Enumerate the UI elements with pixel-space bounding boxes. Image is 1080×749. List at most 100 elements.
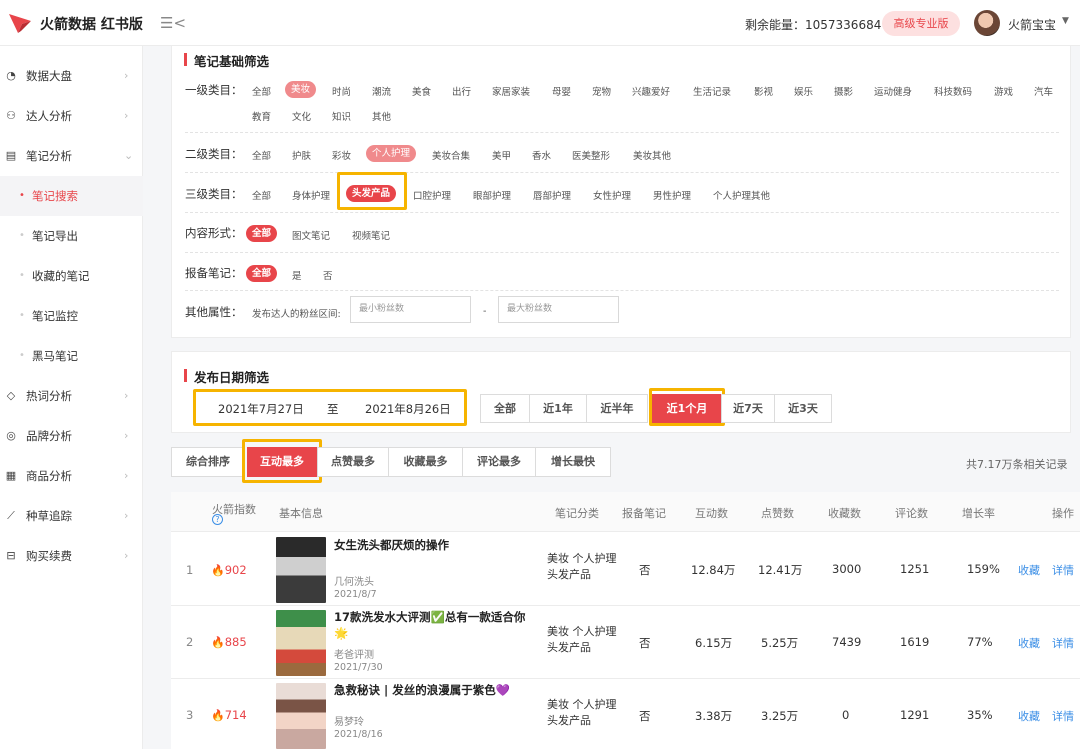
col-comments[interactable]: 评论数 bbox=[895, 505, 928, 521]
avatar[interactable] bbox=[974, 10, 1000, 36]
level1-option[interactable]: 美食 bbox=[412, 84, 431, 98]
level3-option[interactable]: 眼部护理 bbox=[473, 188, 511, 202]
level3-option[interactable]: 口腔护理 bbox=[413, 188, 451, 202]
level1-option[interactable]: 摄影 bbox=[834, 84, 853, 98]
quick-range-7d[interactable]: 近7天 bbox=[721, 394, 775, 423]
level1-option[interactable]: 母婴 bbox=[552, 84, 571, 98]
help-icon[interactable]: ? bbox=[212, 514, 223, 525]
sort-most-favorites[interactable]: 收藏最多 bbox=[388, 447, 463, 477]
level2-option-selected[interactable]: 个人护理 bbox=[366, 145, 417, 162]
level3-option[interactable]: 个人护理其他 bbox=[713, 188, 770, 202]
format-option[interactable]: 视频笔记 bbox=[352, 228, 390, 242]
level1-option[interactable]: 家居家装 bbox=[492, 84, 530, 98]
sidebar-subitem-note-monitor[interactable]: • 笔记监控 bbox=[0, 296, 143, 336]
level2-option[interactable]: 护肤 bbox=[292, 148, 311, 162]
note-thumbnail[interactable] bbox=[276, 537, 326, 603]
level2-option[interactable]: 美甲 bbox=[492, 148, 511, 162]
sort-most-likes[interactable]: 点赞最多 bbox=[317, 447, 389, 477]
note-author[interactable]: 老爸评测 bbox=[334, 646, 374, 661]
level1-option-selected[interactable]: 美妆 bbox=[285, 81, 317, 98]
tier-badge[interactable]: 高级专业版 bbox=[882, 11, 960, 36]
sidebar-subitem-note-export[interactable]: • 笔记导出 bbox=[0, 216, 143, 256]
level3-option[interactable]: 唇部护理 bbox=[533, 188, 571, 202]
level3-option[interactable]: 女性护理 bbox=[593, 188, 631, 202]
sort-most-comments[interactable]: 评论最多 bbox=[462, 447, 536, 477]
level1-option[interactable]: 全部 bbox=[252, 84, 271, 98]
report-option[interactable]: 是 bbox=[292, 268, 302, 282]
level1-option[interactable]: 潮流 bbox=[372, 84, 391, 98]
level1-option[interactable]: 宠物 bbox=[592, 84, 611, 98]
quick-range-3d[interactable]: 近3天 bbox=[774, 394, 832, 423]
note-title[interactable]: 女生洗头都厌烦的操作 bbox=[334, 537, 449, 553]
table-row[interactable]: 1 🔥902 女生洗头都厌烦的操作 几何洗头 2021/8/7 美妆 个人护理 … bbox=[171, 533, 1080, 606]
sidebar-item-brand-analysis[interactable]: ◎ 品牌分析 › bbox=[0, 416, 143, 456]
quick-range-all[interactable]: 全部 bbox=[480, 394, 530, 423]
note-thumbnail[interactable] bbox=[276, 610, 326, 676]
level2-option[interactable]: 医美整形 bbox=[572, 148, 610, 162]
rocket-logo-icon[interactable] bbox=[8, 12, 32, 34]
detail-link[interactable]: 详情 bbox=[1052, 562, 1074, 578]
level1-option[interactable]: 时尚 bbox=[332, 84, 351, 98]
level1-option[interactable]: 知识 bbox=[332, 109, 351, 123]
level3-option[interactable]: 全部 bbox=[252, 188, 271, 202]
level1-option[interactable]: 科技数码 bbox=[934, 84, 972, 98]
sort-comprehensive[interactable]: 综合排序 bbox=[171, 447, 245, 477]
col-interactions[interactable]: 互动数 bbox=[695, 505, 728, 521]
col-growth[interactable]: 增长率 bbox=[962, 505, 995, 521]
col-likes[interactable]: 点赞数 bbox=[761, 505, 794, 521]
favorite-link[interactable]: 收藏 bbox=[1018, 708, 1040, 724]
level3-option[interactable]: 男性护理 bbox=[653, 188, 691, 202]
sidebar-subitem-dark-horse-notes[interactable]: • 黑马笔记 bbox=[0, 336, 143, 376]
format-option[interactable]: 图文笔记 bbox=[292, 228, 330, 242]
sidebar-item-product-analysis[interactable]: ▦ 商品分析 › bbox=[0, 456, 143, 496]
level1-option[interactable]: 教育 bbox=[252, 109, 271, 123]
note-thumbnail[interactable] bbox=[276, 683, 326, 749]
min-fans-input[interactable]: 最小粉丝数 bbox=[350, 296, 471, 323]
sidebar-item-seeding-tracking[interactable]: ⟋ 种草追踪 › bbox=[0, 496, 143, 536]
sidebar-item-purchase-renew[interactable]: ⊟ 购买续费 › bbox=[0, 536, 143, 576]
sidebar-item-kol-analysis[interactable]: ⚇ 达人分析 › bbox=[0, 96, 143, 136]
detail-link[interactable]: 详情 bbox=[1052, 708, 1074, 724]
level2-option[interactable]: 美妆其他 bbox=[633, 148, 671, 162]
level1-option[interactable]: 运动健身 bbox=[874, 84, 912, 98]
level2-option[interactable]: 香水 bbox=[532, 148, 551, 162]
note-author[interactable]: 易梦玲 bbox=[334, 713, 364, 728]
table-row[interactable]: 3 🔥714 急救秘诀 | 发丝的浪漫属于紫色💜 易梦玲 2021/8/16 美… bbox=[171, 679, 1080, 749]
menu-collapse-icon[interactable]: ☰< bbox=[160, 14, 186, 32]
report-option[interactable]: 否 bbox=[323, 268, 333, 282]
detail-link[interactable]: 详情 bbox=[1052, 635, 1074, 651]
note-title-continued[interactable]: 🌟 bbox=[334, 626, 348, 640]
level1-option[interactable]: 娱乐 bbox=[794, 84, 813, 98]
format-option-selected[interactable]: 全部 bbox=[246, 225, 278, 242]
username[interactable]: 火箭宝宝 bbox=[1008, 16, 1056, 33]
brand-name[interactable]: 火箭数据 红书版 bbox=[40, 14, 143, 34]
max-fans-input[interactable]: 最大粉丝数 bbox=[498, 296, 619, 323]
chevron-down-icon[interactable]: ▼ bbox=[1062, 16, 1069, 26]
favorite-link[interactable]: 收藏 bbox=[1018, 562, 1040, 578]
level1-option[interactable]: 影视 bbox=[754, 84, 773, 98]
level3-option[interactable]: 身体护理 bbox=[292, 188, 330, 202]
level1-option[interactable]: 汽车 bbox=[1034, 84, 1053, 98]
quick-range-6m[interactable]: 近半年 bbox=[586, 394, 648, 423]
level2-option[interactable]: 美妆合集 bbox=[432, 148, 470, 162]
level1-option[interactable]: 生活记录 bbox=[693, 84, 731, 98]
level1-option[interactable]: 文化 bbox=[292, 109, 311, 123]
note-title[interactable]: 急救秘诀 | 发丝的浪漫属于紫色💜 bbox=[334, 682, 510, 698]
level2-option[interactable]: 全部 bbox=[252, 148, 271, 162]
sidebar-item-note-analysis[interactable]: ▤ 笔记分析 ⌄ bbox=[0, 136, 143, 176]
level1-option[interactable]: 出行 bbox=[452, 84, 471, 98]
favorite-link[interactable]: 收藏 bbox=[1018, 635, 1040, 651]
sidebar-subitem-saved-notes[interactable]: • 收藏的笔记 bbox=[0, 256, 143, 296]
sidebar-item-hot-words[interactable]: ◇ 热词分析 › bbox=[0, 376, 143, 416]
note-title[interactable]: 17款洗发水大评测✅总有一款适合你 bbox=[334, 609, 525, 625]
sidebar-item-dashboard[interactable]: ◔ 数据大盘 › bbox=[0, 56, 143, 96]
sort-fastest-growth[interactable]: 增长最快 bbox=[535, 447, 611, 477]
report-option-selected[interactable]: 全部 bbox=[246, 265, 278, 282]
table-row[interactable]: 2 🔥885 17款洗发水大评测✅总有一款适合你 🌟 老爸评测 2021/7/3… bbox=[171, 606, 1080, 679]
quick-range-1y[interactable]: 近1年 bbox=[529, 394, 587, 423]
sidebar-subitem-note-search[interactable]: • 笔记搜索 bbox=[0, 176, 143, 216]
level1-option[interactable]: 兴趣爱好 bbox=[632, 84, 670, 98]
col-favorites[interactable]: 收藏数 bbox=[828, 505, 861, 521]
level1-option[interactable]: 其他 bbox=[372, 109, 391, 123]
level1-option[interactable]: 游戏 bbox=[994, 84, 1013, 98]
